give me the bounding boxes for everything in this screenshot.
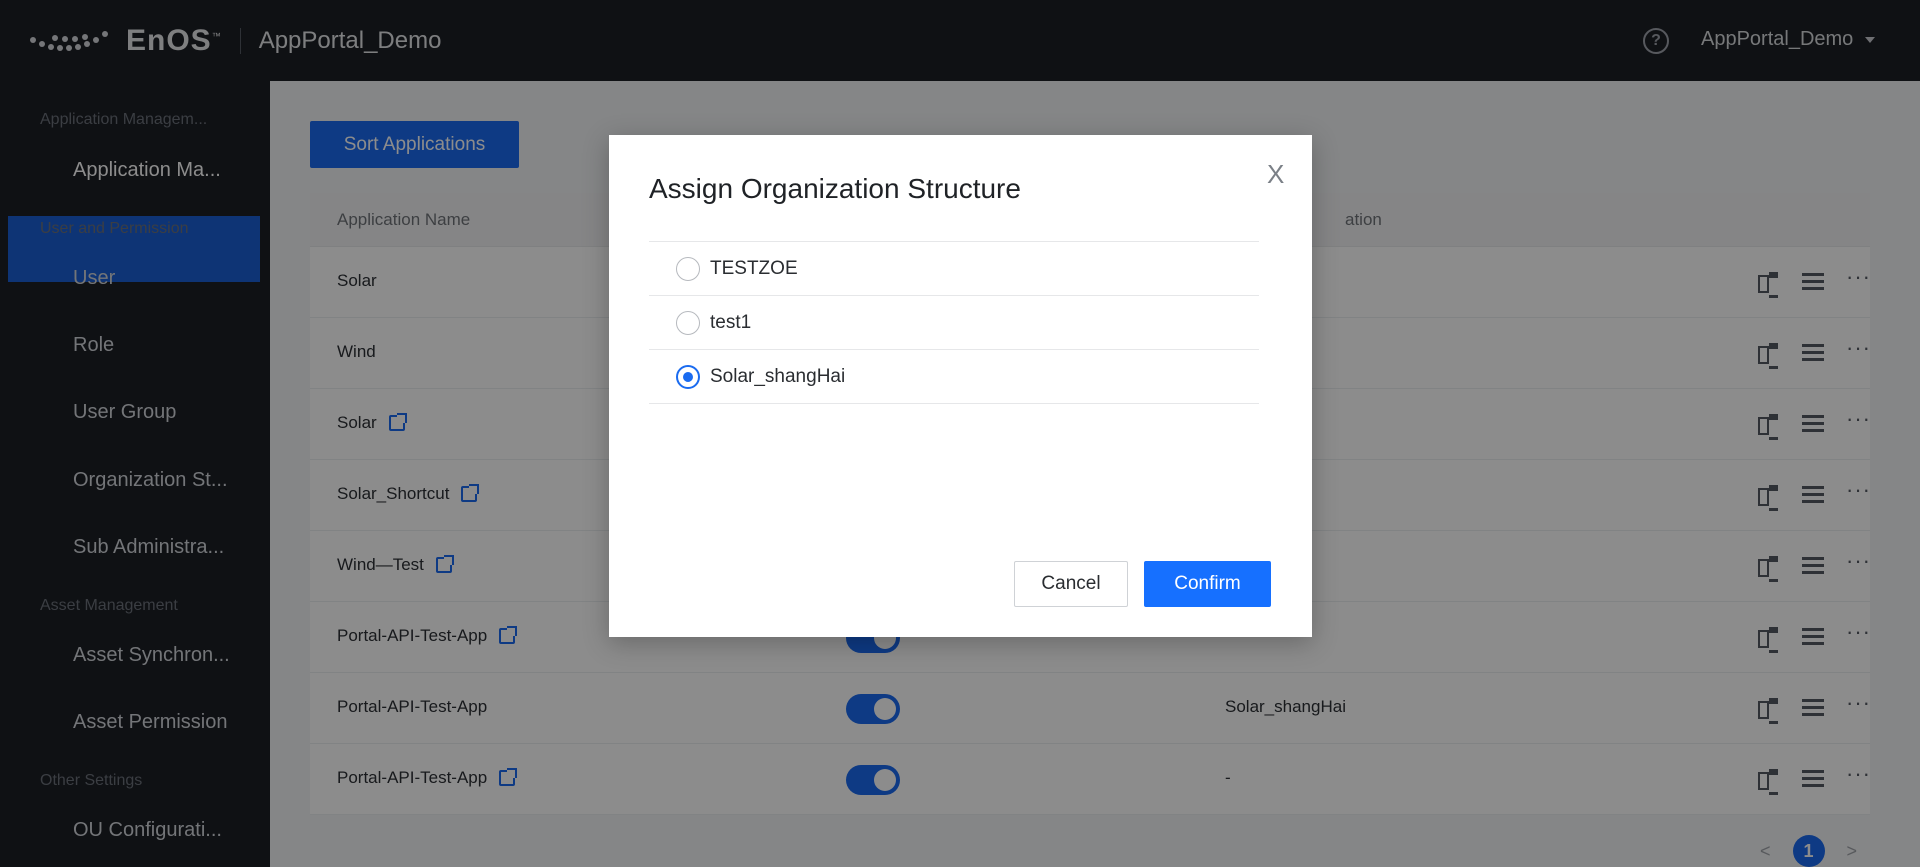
dialog-title: Assign Organization Structure: [649, 173, 1021, 204]
option-test1[interactable]: test1: [649, 296, 1259, 350]
confirm-button[interactable]: Confirm: [1144, 561, 1271, 607]
radio-button-selected[interactable]: [676, 364, 700, 389]
option-label: test1: [710, 311, 752, 333]
radio-button[interactable]: [676, 256, 700, 281]
cancel-button[interactable]: Cancel: [1014, 561, 1128, 607]
close-icon[interactable]: X: [1267, 159, 1284, 190]
radio-button[interactable]: [676, 310, 700, 335]
organization-options: TESTZOE test1 Solar_shangHai: [649, 241, 1259, 404]
option-label: TESTZOE: [710, 257, 798, 279]
assign-organization-dialog: Assign Organization Structure X TESTZOE …: [609, 135, 1312, 637]
option-testzoe[interactable]: TESTZOE: [649, 242, 1259, 296]
option-label: Solar_shangHai: [710, 365, 846, 387]
option-solar-shanghai[interactable]: Solar_shangHai: [649, 350, 1259, 404]
